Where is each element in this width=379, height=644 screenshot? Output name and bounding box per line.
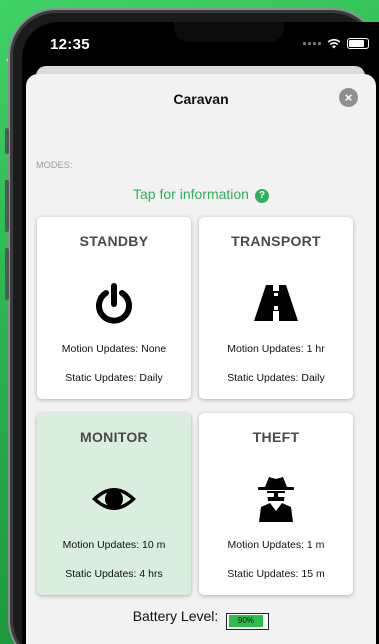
signal-icon bbox=[303, 42, 321, 45]
screen: 12:35 Caravan × MODES: Tap for informati… bbox=[22, 22, 379, 644]
battery-level: Battery Level: 90% bbox=[26, 608, 376, 630]
mode-title: MONITOR bbox=[80, 429, 148, 445]
motion-updates: Motion Updates: 1 m bbox=[227, 539, 325, 551]
eye-icon bbox=[37, 479, 191, 523]
info-text: Tap for information bbox=[133, 186, 249, 202]
motion-updates: Motion Updates: 1 hr bbox=[227, 343, 325, 355]
info-link[interactable]: Tap for information? bbox=[26, 186, 376, 203]
road-icon bbox=[199, 283, 353, 327]
status-icons bbox=[303, 38, 369, 49]
mode-card-theft[interactable]: THEFT Motion Updates: 1 m Static Updates… bbox=[199, 413, 353, 595]
notch bbox=[174, 22, 284, 42]
battery-icon bbox=[347, 38, 369, 49]
mode-card-transport[interactable]: TRANSPORT Motion Updates: 1 hr Static Up… bbox=[199, 217, 353, 399]
volume-up-button bbox=[5, 180, 9, 232]
mode-card-monitor[interactable]: MONITOR Motion Updates: 10 m Static Upda… bbox=[37, 413, 191, 595]
wifi-icon bbox=[327, 38, 341, 49]
status-time: 12:35 bbox=[50, 36, 90, 53]
battery-gauge: 90% bbox=[226, 612, 270, 630]
static-updates: Static Updates: Daily bbox=[65, 372, 163, 384]
close-button[interactable]: × bbox=[339, 88, 358, 107]
mode-title: THEFT bbox=[252, 429, 300, 445]
status-bar: 12:35 bbox=[22, 22, 379, 66]
power-icon bbox=[37, 283, 191, 327]
sheet-title: Caravan bbox=[173, 91, 229, 107]
mute-switch bbox=[5, 128, 9, 154]
battery-fill: 90% bbox=[228, 615, 263, 627]
static-updates: Static Updates: Daily bbox=[227, 372, 325, 384]
motion-updates: Motion Updates: None bbox=[61, 343, 167, 355]
static-updates: Static Updates: 15 m bbox=[227, 568, 325, 580]
help-icon: ? bbox=[254, 189, 269, 203]
volume-down-button bbox=[5, 248, 9, 300]
mode-title: STANDBY bbox=[79, 233, 149, 249]
spy-icon bbox=[199, 475, 353, 522]
battery-label: Battery Level: bbox=[132, 608, 219, 624]
static-updates: Static Updates: 4 hrs bbox=[65, 568, 163, 580]
sheet-header: Caravan × bbox=[26, 74, 376, 122]
mode-sheet: Caravan × MODES: Tap for information? ST… bbox=[26, 74, 376, 644]
mode-card-standby[interactable]: STANDBY Motion Updates: None Static Upda… bbox=[37, 217, 191, 399]
modes-label: MODES: bbox=[36, 160, 73, 170]
mode-title: TRANSPORT bbox=[231, 233, 321, 249]
motion-updates: Motion Updates: 10 m bbox=[62, 539, 166, 551]
close-icon: × bbox=[344, 90, 353, 105]
